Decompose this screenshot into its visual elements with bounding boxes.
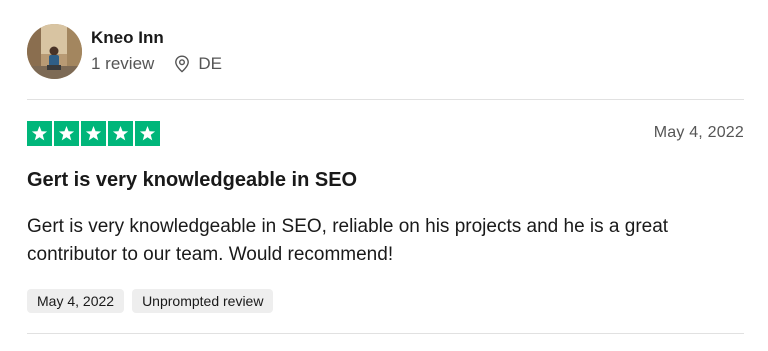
- review-title[interactable]: Gert is very knowledgeable in SEO: [27, 167, 357, 193]
- star-icon: [27, 121, 52, 146]
- reviewer-info: Kneo Inn 1 review DE: [91, 24, 222, 75]
- star-icon: [54, 121, 79, 146]
- divider: [27, 99, 744, 100]
- date-of-experience-tag: May 4, 2022: [27, 289, 125, 313]
- review-tags: May 4, 2022 Unprompted review: [27, 289, 274, 313]
- reviewer-meta: 1 review DE: [91, 53, 222, 75]
- review-date: May 4, 2022: [653, 124, 744, 141]
- star-icon: [81, 121, 106, 146]
- review-body: Gert is very knowledgeable in SEO, relia…: [27, 216, 669, 265]
- reviewer-country: DE: [198, 54, 222, 73]
- divider: [27, 333, 744, 334]
- star-icon: [108, 121, 133, 146]
- star-rating: [27, 121, 160, 146]
- unprompted-review-tag[interactable]: Unprompted review: [132, 289, 274, 313]
- location-pin-icon: [174, 55, 190, 73]
- review-card: Kneo Inn 1 review DE May 4, 2022 Gert is…: [27, 0, 744, 351]
- reviewer-header[interactable]: Kneo Inn 1 review DE: [27, 24, 222, 80]
- star-icon: [135, 121, 160, 146]
- avatar[interactable]: [27, 24, 82, 79]
- review-count: 1 review: [91, 54, 155, 73]
- reviewer-name[interactable]: Kneo Inn: [91, 27, 222, 49]
